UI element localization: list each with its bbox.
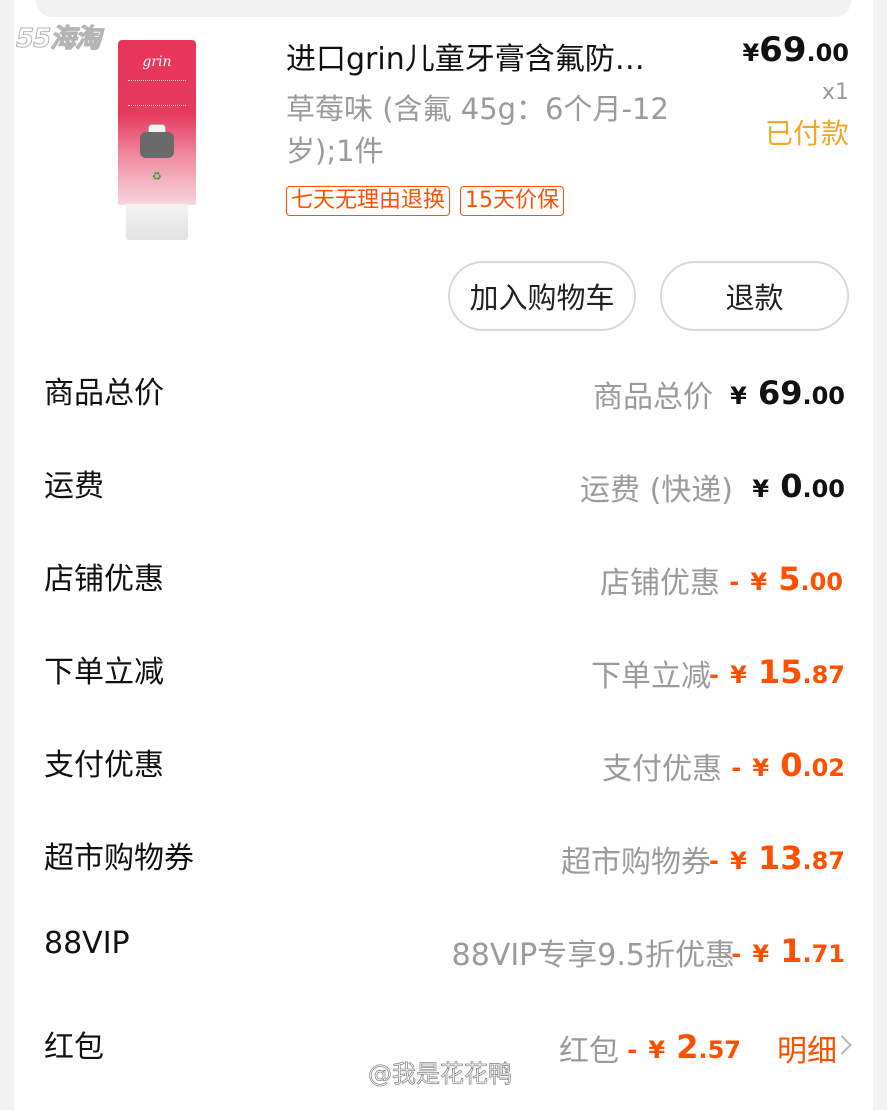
site-watermark-logo: 55海淘 [15,24,101,55]
order-detail-page: 55海淘 grin ♻ 进口grin儿童牙膏含氟防… ¥69.00 草莓味 (含… [0,0,887,1110]
add-to-cart-button[interactable]: 加入购物车 [448,261,636,331]
refund-button[interactable]: 退款 [660,261,849,331]
product-price: ¥69.00 [742,30,849,70]
row-desc: 下单立减 [591,659,711,694]
row-amount: - ¥ 1.71 [731,932,845,970]
product-image-label-lines [128,80,186,106]
tag-price-protection: 15天价保 [460,186,565,216]
row-label: 支付优惠 [44,748,164,783]
product-image-illustration [140,132,174,158]
toothpaste-tube-graphic: grin ♻ [118,40,196,205]
product-sku: 草莓味 (含氟 45g：6个月-12岁);1件 [286,92,669,168]
price-integer: 69 [759,30,807,70]
row-label: 下单立减 [44,655,164,690]
breakdown-row-subtotal: 商品总价 商品总价 ¥ 69.00 [0,368,887,428]
row-label: 超市购物券 [44,841,194,876]
row-amount: ¥ 69.00 [730,374,845,412]
row-label: 运费 [44,469,104,504]
breakdown-row-instant-discount: 下单立减 下单立减 - ¥ 15.87 [0,647,887,707]
row-label: 88VIP [44,926,130,961]
row-desc: 店铺优惠 [600,566,720,601]
row-desc: 88VIP专享9.5折优惠 [451,938,735,973]
user-watermark: @我是花花鸭 [368,1060,513,1089]
price-currency: ¥ [742,39,760,67]
row-amount: ¥ 0.00 [752,467,845,505]
toothpaste-cap-graphic [126,204,188,240]
breakdown-row-payment-discount: 支付优惠 支付优惠 - ¥ 0.02 [0,740,887,800]
product-image[interactable]: grin ♻ [108,36,208,241]
breakdown-row-88vip: 88VIP 88VIP专享9.5折优惠 - ¥ 1.71 [0,926,887,986]
row-desc: 运费 (快递) [580,473,733,508]
service-tags: 七天无理由退换 15天价保 [286,186,565,216]
payment-status: 已付款 [764,117,849,150]
row-desc: 红包 [559,1034,619,1069]
row-amount: - ¥ 13.87 [709,839,845,877]
row-amount: - ¥ 0.02 [731,746,845,784]
row-desc: 商品总价 [593,380,713,415]
row-amount: - ¥ 5.00 [729,560,843,598]
product-image-brand: grin [142,54,172,70]
row-label: 红包 [44,1030,104,1065]
recycle-icon: ♻ [152,170,162,183]
row-amount: - ¥ 2.57 [627,1028,741,1066]
breakdown-row-supermarket-coupon: 超市购物券 超市购物券 - ¥ 13.87 [0,833,887,893]
product-title[interactable]: 进口grin儿童牙膏含氟防… [286,34,706,78]
top-divider [36,0,851,17]
row-label: 商品总价 [44,376,164,411]
tag-return-policy: 七天无理由退换 [286,186,451,216]
row-desc: 支付优惠 [602,752,722,787]
breakdown-row-shipping: 运费 运费 (快递) ¥ 0.00 [0,461,887,521]
row-amount: - ¥ 15.87 [709,653,845,691]
row-desc: 超市购物券 [561,845,711,880]
detail-link[interactable]: 明细 [777,1026,837,1070]
row-label: 店铺优惠 [44,562,164,597]
breakdown-row-store-discount: 店铺优惠 店铺优惠 - ¥ 5.00 [0,554,887,614]
price-decimal: .00 [806,39,849,67]
product-quantity: x1 [821,80,849,105]
